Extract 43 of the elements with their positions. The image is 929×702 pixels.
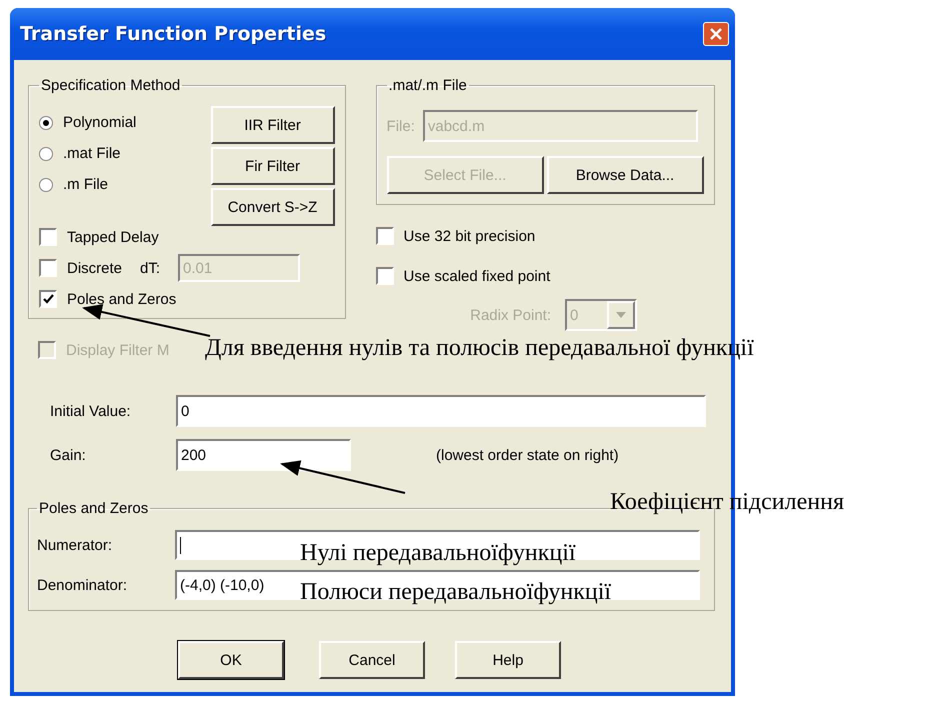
filter-button[interactable]: Convert S->Z <box>210 188 335 226</box>
checkbox[interactable] <box>376 227 394 245</box>
group-title: .mat/.m File <box>388 77 468 94</box>
gain-field[interactable]: 200 <box>176 439 351 471</box>
radio-label: .m File <box>63 176 108 193</box>
checkbox-label: Poles and Zeros <box>67 290 176 308</box>
radio-label: .mat File <box>63 145 121 162</box>
checkbox-label: Tapped Delay <box>67 228 159 246</box>
group-title: Poles and Zeros <box>38 500 150 517</box>
filter-button[interactable]: Fir Filter <box>210 147 335 185</box>
close-button[interactable] <box>703 22 729 46</box>
radio-button[interactable] <box>39 178 53 192</box>
annotation-overlay: Нулі передавальноїфункції <box>300 541 576 565</box>
checkbox[interactable] <box>39 290 57 308</box>
dt-label: dT: <box>140 260 160 276</box>
filter-button[interactable]: IIR Filter <box>210 106 335 144</box>
initial-value-field[interactable]: 0 <box>176 395 706 427</box>
file-label: File: <box>386 118 415 134</box>
close-icon <box>708 26 724 42</box>
file-button[interactable]: Browse Data... <box>546 156 704 194</box>
dropdown-arrow-icon <box>616 312 626 318</box>
field-label: Numerator: <box>37 536 114 554</box>
check-icon <box>42 294 54 304</box>
radio-label: Polynomial <box>63 114 136 131</box>
checkbox[interactable] <box>39 259 57 277</box>
checkbox[interactable] <box>39 228 57 246</box>
checkbox-label: Use 32 bit precision <box>404 228 536 244</box>
radio-button[interactable] <box>39 116 53 130</box>
checkbox[interactable] <box>376 267 394 285</box>
group-title: Specification Method <box>40 77 182 94</box>
field-label: Initial Value: <box>49 402 132 420</box>
hint-text: (lowest order state on right) <box>436 446 619 464</box>
radix-label: Radix Point: <box>470 306 551 324</box>
field-label: Gain: <box>49 446 87 464</box>
checkbox-label: Use scaled fixed point <box>404 268 550 284</box>
dialog-button[interactable]: Help <box>455 641 561 679</box>
checkbox-label: Discrete <box>67 260 122 276</box>
dialog-button[interactable]: OK <box>178 641 284 679</box>
dialog-button[interactable]: Cancel <box>319 641 425 679</box>
window-title: Transfer Function Properties <box>20 23 326 45</box>
checkbox-label: Display Filter M <box>66 342 170 358</box>
field-label: Denominator: <box>37 576 128 594</box>
radio-button[interactable] <box>39 146 53 160</box>
